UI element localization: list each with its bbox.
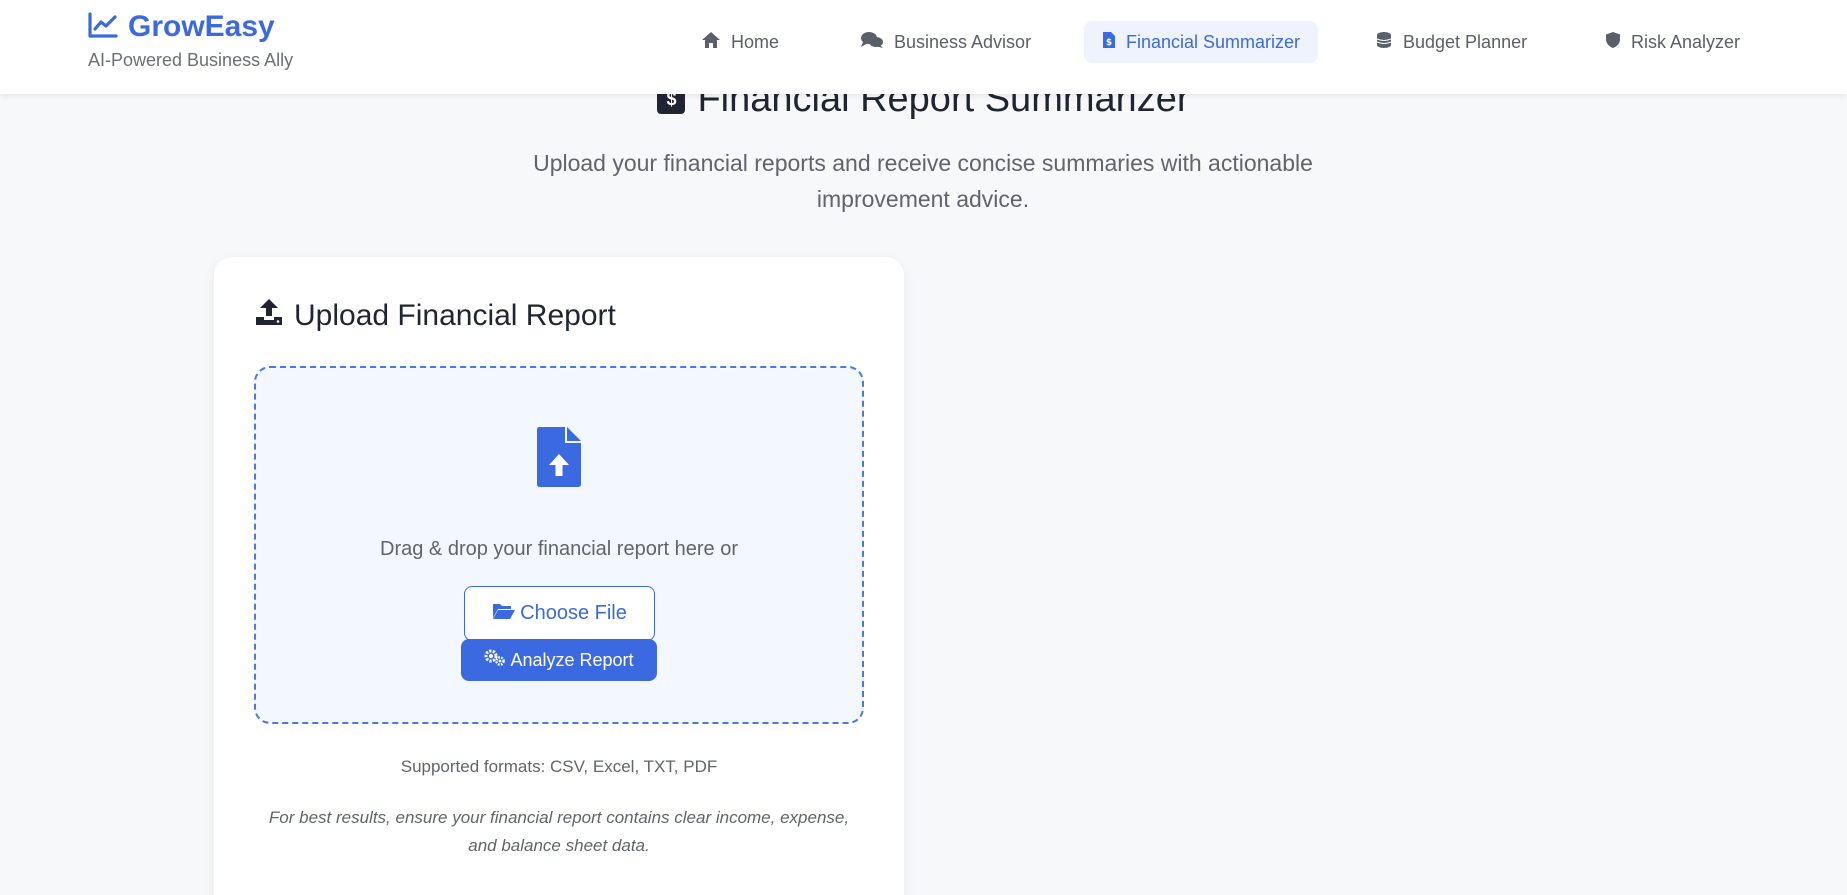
file-upload-icon (536, 426, 582, 493)
nav-item-label: Budget Planner (1403, 31, 1528, 52)
nav-item-label: Business Advisor (894, 31, 1032, 52)
nav-item-risk-analyzer[interactable]: Risk Analyzer (1587, 21, 1758, 63)
choose-file-label: Choose File (520, 602, 627, 624)
choose-file-button[interactable]: Choose File (464, 586, 655, 641)
nav-item-label: Risk Analyzer (1631, 31, 1741, 52)
nav-item-home[interactable]: Home (683, 21, 797, 63)
supported-formats: Supported formats: CSV, Excel, TXT, PDF (400, 757, 718, 776)
nav-item-budget-planner[interactable]: Budget Planner (1357, 21, 1545, 63)
svg-text:$: $ (1106, 38, 1112, 48)
dropzone-instruction: Drag & drop your financial report here o… (380, 538, 738, 560)
file-invoice-dollar-icon: $ (1102, 31, 1116, 54)
main-nav: Home Business Advisor $ Financial Summar… (0, 21, 1847, 63)
page-subtitle: Upload your financial reports and receiv… (533, 150, 1313, 212)
upload-card-title-text: Upload Financial Report (294, 299, 616, 332)
upload-tip: For best results, ensure your financial … (268, 808, 850, 855)
analyze-report-button[interactable]: Analyze Report (461, 639, 657, 681)
shield-icon (1605, 31, 1621, 54)
nav-item-label: Home (731, 31, 780, 52)
upload-card-title: Upload Financial Report (254, 297, 616, 335)
folder-open-icon (492, 602, 516, 626)
nav-item-business-advisor[interactable]: Business Advisor (842, 21, 1049, 63)
upload-icon (254, 297, 284, 335)
file-dropzone[interactable]: Drag & drop your financial report here o… (254, 366, 864, 724)
upload-card: Upload Financial Report Drag & drop your… (214, 257, 904, 895)
nav-item-label: Financial Summarizer (1126, 31, 1301, 52)
analyze-report-label: Analyze Report (510, 649, 634, 670)
coins-icon (1375, 31, 1393, 54)
comments-icon (860, 31, 884, 54)
home-icon (701, 31, 721, 54)
cogs-icon (484, 649, 506, 672)
top-header: GrowEasy AI-Powered Business Ally Home B… (0, 0, 1847, 94)
nav-item-financial-summarizer[interactable]: $ Financial Summarizer (1084, 21, 1319, 63)
